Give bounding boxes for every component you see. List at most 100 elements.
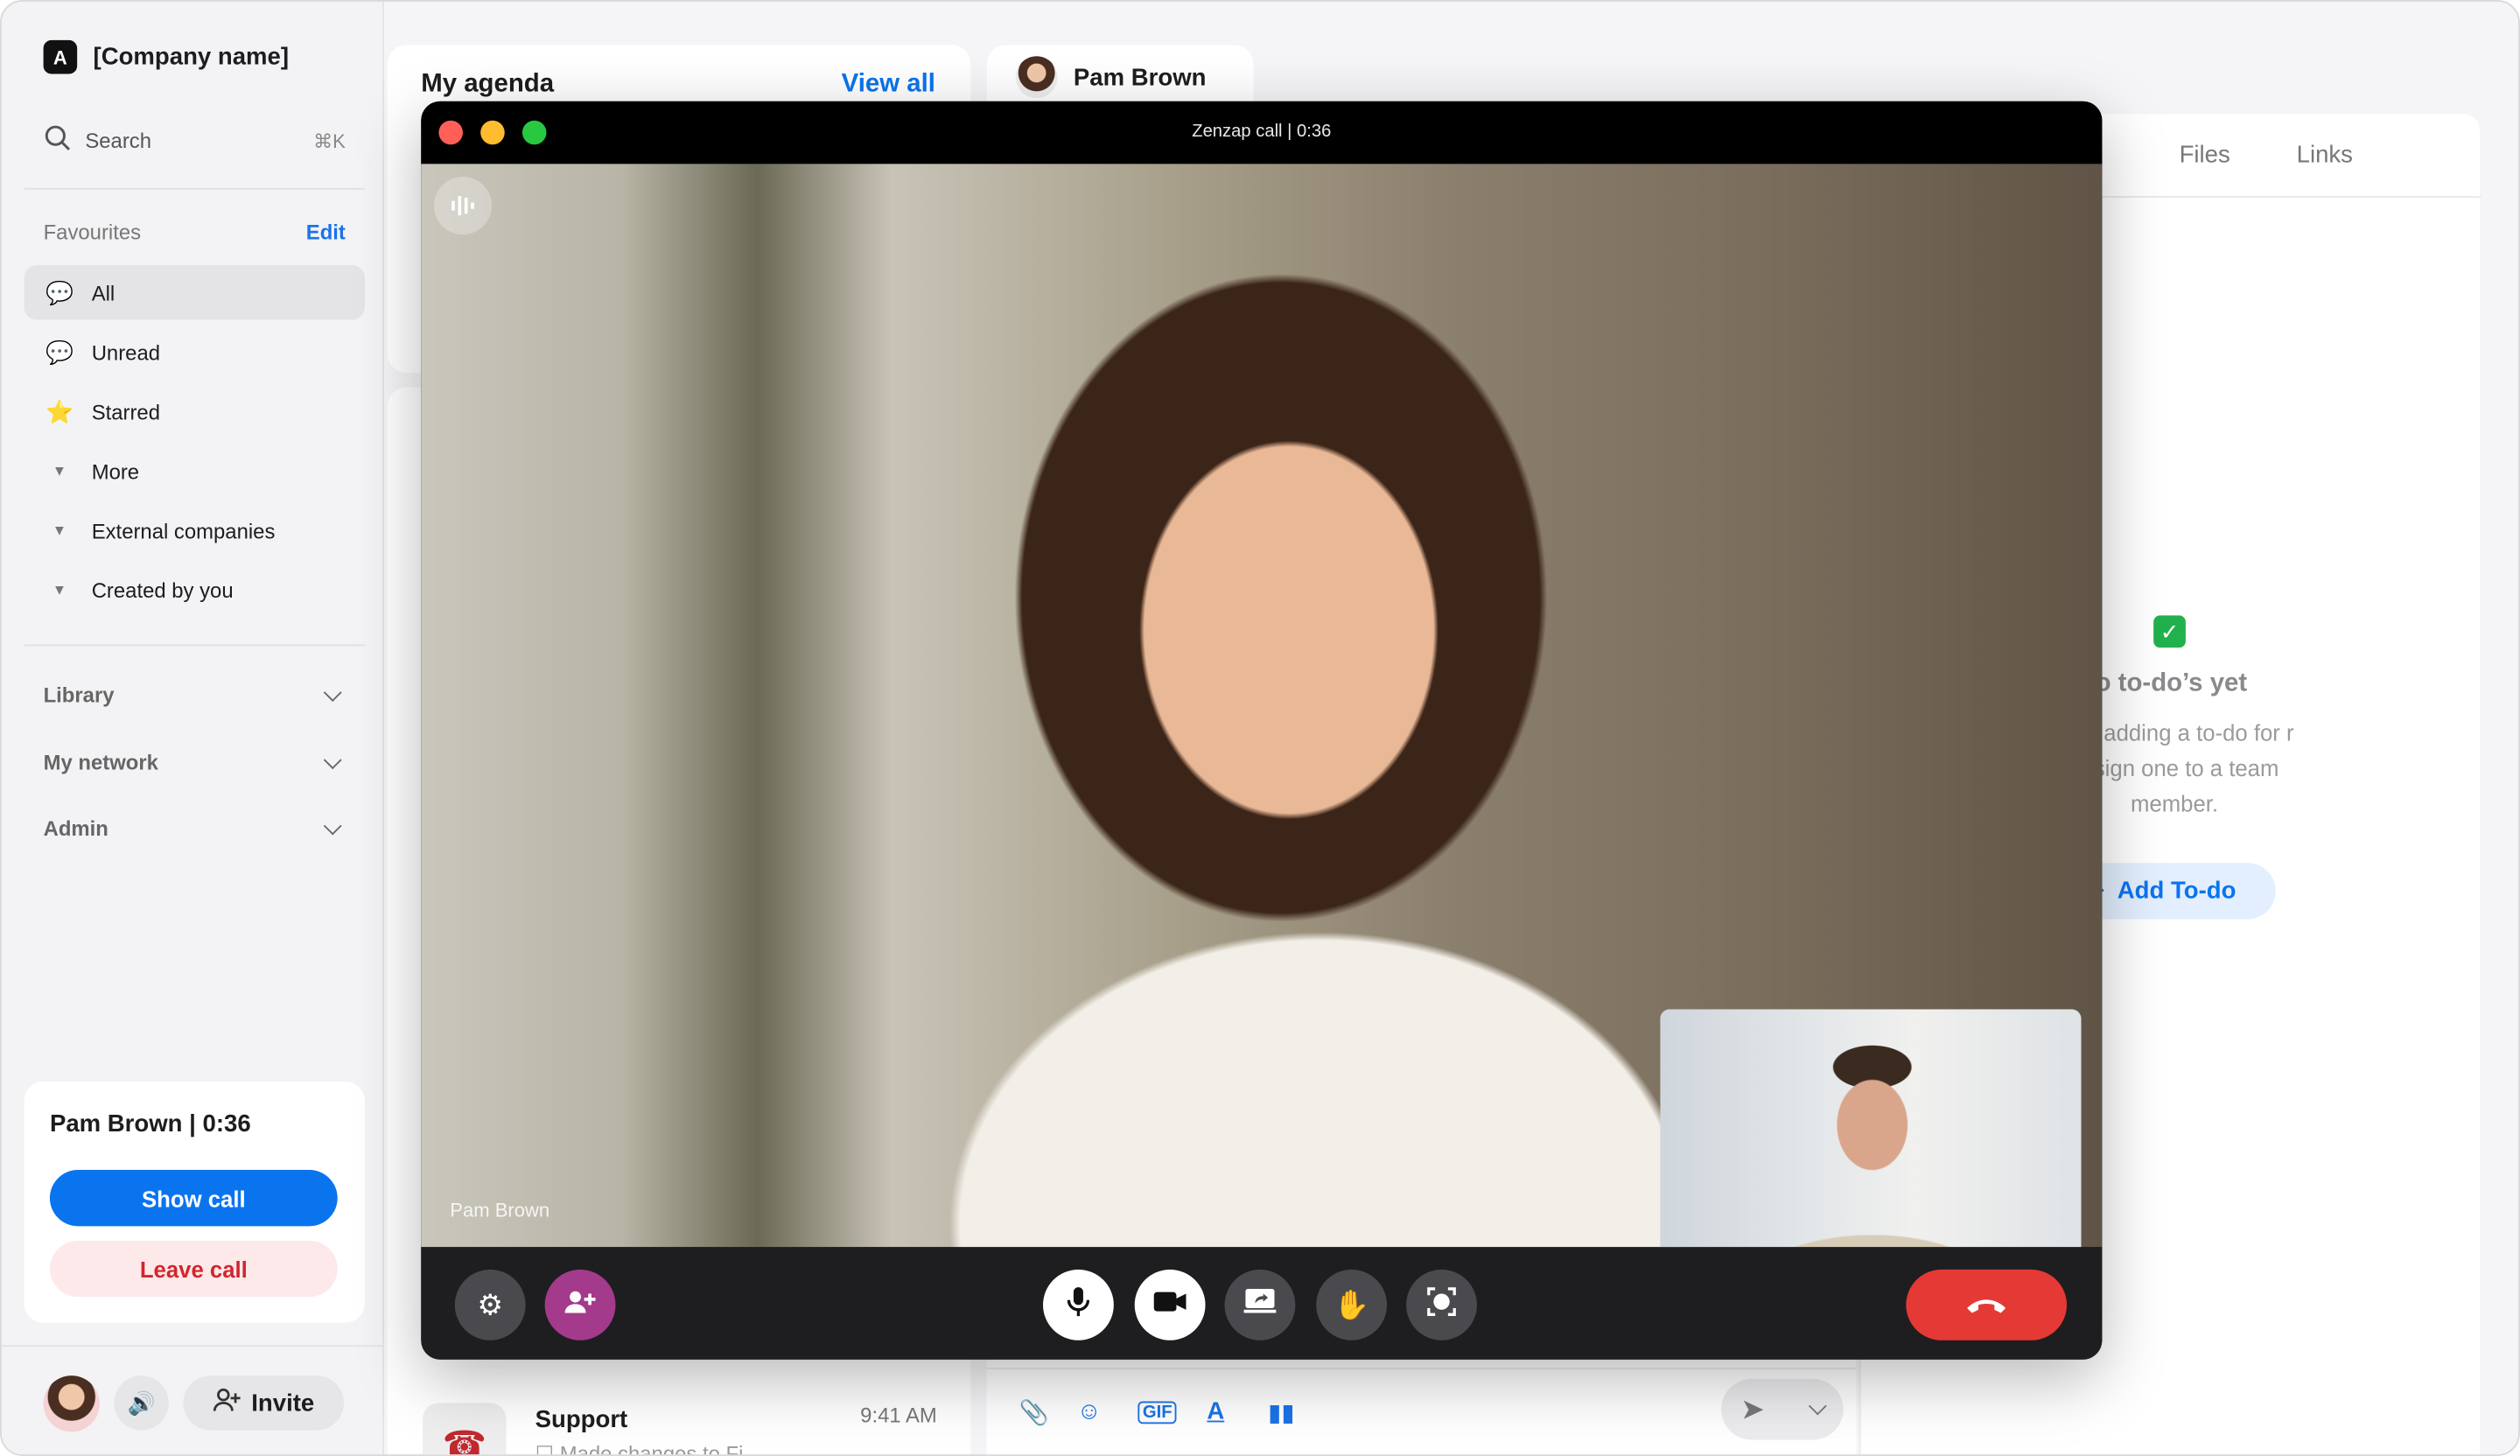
section-library[interactable]: Library xyxy=(43,682,346,708)
end-call-button[interactable] xyxy=(1906,1269,2067,1340)
chevron-down-icon xyxy=(323,750,342,769)
checkmark-icon: ✓ xyxy=(2153,615,2186,648)
company-header[interactable]: A [Company name] xyxy=(43,39,290,74)
app-window: A [Company name] Search ⌘K Favourites Ed… xyxy=(0,0,2520,1456)
call-window-title: Zenzap call | 0:36 xyxy=(1192,122,1332,142)
attachment-icon[interactable]: 📎 xyxy=(1018,1398,1048,1427)
screen-share-icon xyxy=(1242,1286,1278,1323)
record-button[interactable] xyxy=(1406,1269,1477,1340)
call-titlebar[interactable]: Zenzap call | 0:36 xyxy=(421,101,2103,164)
add-participant-button[interactable] xyxy=(544,1269,616,1340)
sidebar-divider xyxy=(24,187,365,190)
sidebar-item-label: External companies xyxy=(91,518,276,542)
unread-chat-icon: 💬 xyxy=(45,338,74,364)
audio-level-icon xyxy=(433,177,493,235)
microphone-icon xyxy=(1067,1284,1090,1325)
call-controls: ⚙ ✋ xyxy=(421,1247,2103,1360)
active-call-card: Pam Brown | 0:36 Show call Leave call xyxy=(24,1082,365,1323)
sidebar-item-label: Starred xyxy=(91,399,161,424)
poll-icon[interactable]: ▮▮ xyxy=(1268,1398,1294,1427)
invite-label: Invite xyxy=(251,1389,315,1417)
sidebar-item-more[interactable]: ▼ More xyxy=(24,444,365,498)
section-label: Admin xyxy=(43,816,108,841)
sidebar-item-external-companies[interactable]: ▼ External companies xyxy=(24,503,365,557)
chevron-down-icon[interactable] xyxy=(1808,1396,1827,1416)
search-bar[interactable]: Search ⌘K xyxy=(44,123,346,158)
sidebar-item-unread[interactable]: 💬 Unread xyxy=(24,325,365,379)
record-icon xyxy=(1424,1284,1459,1327)
favourites-header: Favourites Edit xyxy=(44,220,346,245)
section-admin[interactable]: Admin xyxy=(44,816,346,841)
chat-contact-name: Pam Brown xyxy=(1073,63,1207,91)
self-video-preview[interactable] xyxy=(1660,1009,2082,1248)
show-call-button[interactable]: Show call xyxy=(49,1170,338,1227)
search-shortcut: ⌘K xyxy=(313,129,346,152)
call-window: Zenzap call | 0:36 Pam Brown ⚙ ✋ xyxy=(421,101,2103,1360)
tab-files[interactable]: Files xyxy=(2180,142,2230,169)
hang-up-icon xyxy=(1965,1286,2007,1323)
remote-participant-name: Pam Brown xyxy=(450,1199,550,1222)
microphone-button[interactable] xyxy=(1043,1269,1114,1340)
sidebar-item-created-by-you[interactable]: ▼ Created by you xyxy=(24,563,365,617)
video-camera-icon xyxy=(1152,1288,1187,1322)
agenda-title: My agenda xyxy=(421,70,555,99)
company-name: [Company name] xyxy=(93,43,290,71)
invite-button[interactable]: Invite xyxy=(183,1376,345,1431)
speaker-icon: 🔊 xyxy=(127,1389,156,1416)
sidebar-footer: 🔊 Invite xyxy=(1,1345,384,1454)
tab-links[interactable]: Links xyxy=(2297,142,2353,169)
section-my-network[interactable]: My network xyxy=(43,750,346,775)
camera-button[interactable] xyxy=(1134,1269,1206,1340)
chat-name: Support xyxy=(535,1406,628,1434)
send-icon: ➤ xyxy=(1740,1392,1765,1425)
sidebar-item-label: Created by you xyxy=(91,578,234,602)
search-icon xyxy=(44,123,73,158)
chat-preview-text: Made changes to Fi xyxy=(559,1441,744,1456)
avatar[interactable] xyxy=(43,1376,100,1432)
active-call-title: Pam Brown | 0:36 xyxy=(49,1110,251,1138)
message-composer: 📎 ☺ GIF A ▮▮ ➤ xyxy=(986,1367,1857,1455)
view-all-link[interactable]: View all xyxy=(842,71,935,100)
sidebar-item-label: All xyxy=(91,280,116,305)
sidebar: A [Company name] Search ⌘K Favourites Ed… xyxy=(1,1,384,1455)
caret-down-icon: ▼ xyxy=(52,462,67,480)
section-label: Library xyxy=(43,682,115,708)
sidebar-item-all[interactable]: 💬 All xyxy=(24,265,365,320)
raise-hand-button[interactable]: ✋ xyxy=(1316,1269,1388,1340)
chat-preview: ☐ Made changes to Fi xyxy=(536,1441,744,1456)
telephone-icon: ☎ xyxy=(423,1403,507,1455)
caret-down-icon: ▼ xyxy=(52,581,67,598)
text-format-icon[interactable]: A xyxy=(1207,1398,1224,1425)
list-item[interactable]: ☎ Support 9:41 AM ☐ Made changes to Fi xyxy=(423,1393,937,1456)
gear-icon: ⚙ xyxy=(477,1288,504,1320)
emoji-icon[interactable]: ☺ xyxy=(1077,1398,1102,1425)
chat-bubble-icon: 💬 xyxy=(45,278,74,305)
avatar xyxy=(1015,56,1058,99)
sidebar-divider xyxy=(24,644,365,647)
remote-video: Pam Brown xyxy=(421,164,2103,1248)
gif-icon[interactable]: GIF xyxy=(1138,1401,1178,1424)
chevron-down-icon xyxy=(323,816,342,835)
settings-button[interactable]: ⚙ xyxy=(454,1269,526,1340)
chat-contact-tab[interactable]: Pam Brown xyxy=(986,45,1254,109)
chat-time: 9:41 AM xyxy=(860,1403,937,1427)
search-label: Search xyxy=(85,128,152,153)
leave-call-button[interactable]: Leave call xyxy=(49,1240,338,1298)
sidebar-item-label: Unread xyxy=(91,340,161,364)
section-label: My network xyxy=(43,750,158,775)
caret-down-icon: ▼ xyxy=(52,522,67,539)
favourites-heading: Favourites xyxy=(43,220,142,245)
star-icon: ⭐ xyxy=(45,397,74,424)
add-user-icon xyxy=(213,1387,242,1419)
sidebar-item-starred[interactable]: ⭐ Starred xyxy=(24,384,365,438)
screen-share-button[interactable] xyxy=(1224,1269,1296,1340)
add-user-icon xyxy=(564,1288,597,1322)
add-todo-label: Add To-do xyxy=(2117,877,2236,906)
send-button[interactable]: ➤ xyxy=(1721,1378,1844,1440)
speaker-button[interactable]: 🔊 xyxy=(114,1376,169,1431)
chevron-down-icon xyxy=(323,682,342,702)
favourites-edit-button[interactable]: Edit xyxy=(306,220,346,245)
sidebar-item-label: More xyxy=(91,458,140,483)
waving-hand-icon: ✋ xyxy=(1334,1288,1370,1320)
company-logo-icon: A xyxy=(43,39,78,74)
